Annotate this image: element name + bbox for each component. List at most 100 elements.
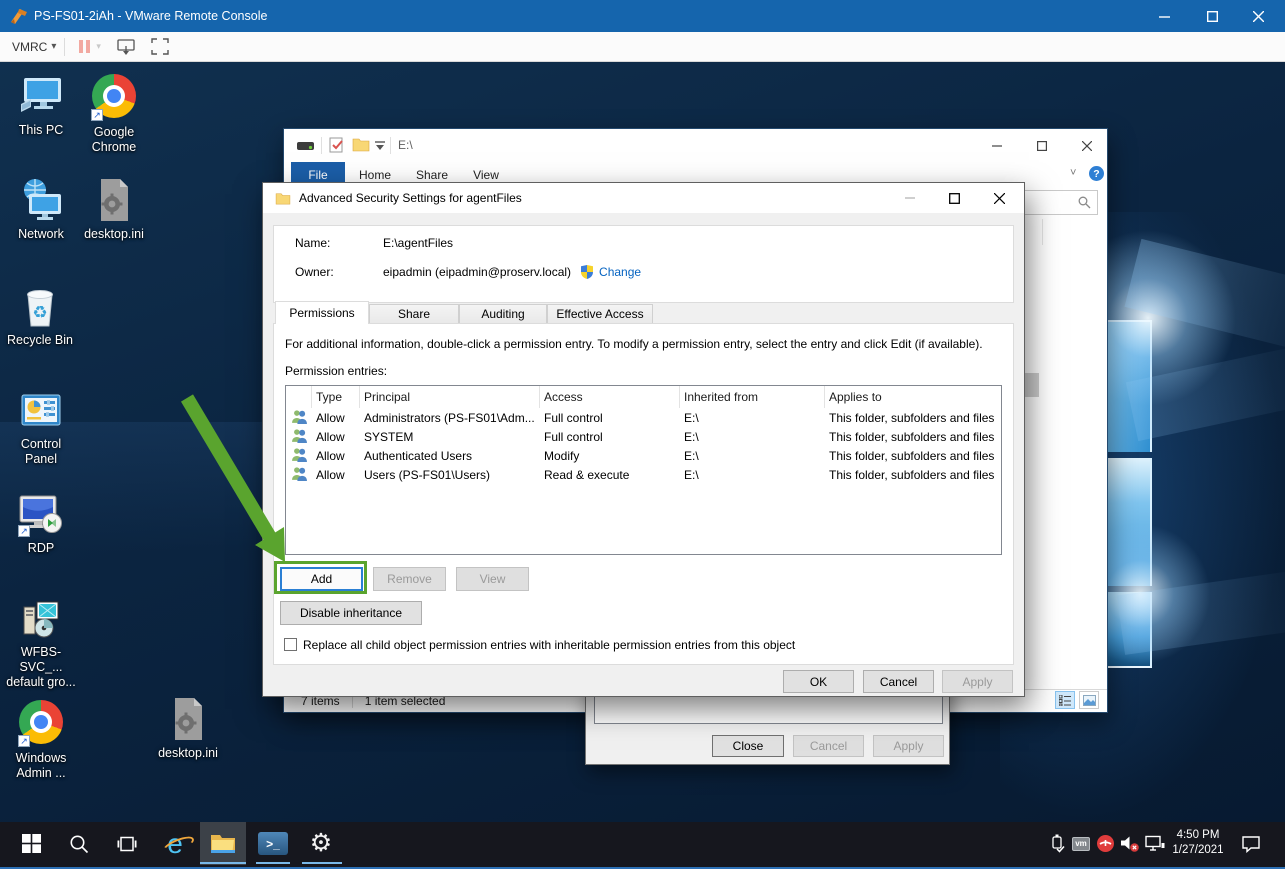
change-owner-link[interactable]: Change (599, 265, 641, 279)
ok-button[interactable]: OK (783, 670, 854, 693)
ini-file-icon (90, 176, 138, 224)
taskbar-explorer-button[interactable] (200, 822, 246, 865)
replace-permissions-label[interactable]: Replace all child object permission entr… (303, 638, 983, 652)
replace-permissions-checkbox[interactable] (284, 638, 297, 651)
taskbar-search-button[interactable] (56, 822, 102, 865)
table-row[interactable]: Allow Authenticated Users Modify E:\ Thi… (286, 446, 1001, 465)
trend-micro-tray-icon[interactable] (1094, 822, 1116, 865)
qat-checkmark-icon[interactable] (329, 136, 345, 154)
taskbar-powershell-button[interactable]: >_ (250, 822, 296, 865)
usb-tray-icon[interactable] (1046, 822, 1068, 865)
action-center-button[interactable] (1238, 822, 1264, 865)
explorer-maximize-button[interactable] (1019, 129, 1064, 162)
tab-permissions[interactable]: Permissions (275, 301, 369, 324)
recycle-bin-icon: ♻ (16, 282, 64, 330)
maximize-button[interactable] (1188, 0, 1236, 32)
network-tray-icon[interactable] (1143, 822, 1167, 865)
cell-inherited-from: E:\ (680, 430, 825, 444)
header-type[interactable]: Type (312, 386, 360, 408)
desktop-icon-rdp[interactable]: ↗ RDP (3, 490, 79, 556)
header-access[interactable]: Access (540, 386, 680, 408)
table-row[interactable]: Allow Users (PS-FS01\Users) Read & execu… (286, 465, 1001, 484)
header-applies-to[interactable]: Applies to (825, 386, 1001, 408)
desktop-icon-wfbs-installer[interactable]: WFBS-SVC_... default gro... (3, 594, 79, 690)
properties-close-button[interactable]: Close (712, 735, 784, 757)
users-icon (291, 447, 308, 462)
qat-folder-icon[interactable] (352, 137, 370, 152)
taskbar-settings-button[interactable]: ⚙ (298, 822, 344, 865)
vmware-tools-tray-icon[interactable]: vm (1070, 822, 1092, 865)
start-button[interactable] (8, 822, 54, 865)
desktop-icon-network[interactable]: Network (3, 176, 79, 242)
cell-type: Allow (312, 449, 360, 463)
desktop-icon-google-chrome[interactable]: ↗ Google Chrome (76, 72, 152, 155)
tab-effective-access[interactable]: Effective Access (547, 304, 653, 323)
fullscreen-icon[interactable] (151, 38, 169, 55)
desktop-icon-this-pc[interactable]: This PC (3, 72, 79, 138)
close-button[interactable] (1234, 0, 1282, 32)
name-row: Name: E:\agentFiles (295, 236, 995, 250)
desktop-icon-control-panel[interactable]: Control Panel (3, 386, 79, 467)
tab-share[interactable]: Share (369, 304, 459, 323)
details-view-toggle[interactable] (1055, 691, 1075, 709)
cell-applies-to: This folder, subfolders and files (825, 449, 1001, 463)
table-row[interactable]: Allow SYSTEM Full control E:\ This folde… (286, 427, 1001, 446)
explorer-close-button[interactable] (1064, 129, 1109, 162)
uac-shield-icon (580, 264, 594, 280)
volume-muted-tray-icon[interactable] (1117, 822, 1141, 865)
help-icon[interactable]: ? (1089, 166, 1104, 181)
users-icon (291, 428, 308, 443)
cell-principal: Administrators (PS-FS01\Adm... (360, 411, 540, 425)
search-icon (1078, 196, 1091, 209)
properties-apply-button: Apply (873, 735, 944, 757)
rdp-icon: ↗ (17, 490, 65, 538)
header-principal[interactable]: Principal (360, 386, 540, 408)
cell-type: Allow (312, 430, 360, 444)
suspend-button[interactable] (79, 40, 90, 53)
properties-cancel-button: Cancel (793, 735, 864, 757)
vmrc-menu-button[interactable]: VMRC ▾ (12, 40, 56, 54)
ribbon-collapse-icon[interactable]: ˅ (1070, 167, 1076, 179)
users-icon (291, 466, 308, 481)
desktop-icon-recycle-bin[interactable]: ♻ Recycle Bin (2, 282, 78, 348)
taskbar-ie-button[interactable]: e (152, 822, 198, 865)
dialog-close-button[interactable] (977, 183, 1022, 213)
qat-divider (390, 137, 391, 154)
qat-drive-icon[interactable] (297, 140, 315, 152)
scrollbar-thumb[interactable] (1023, 373, 1039, 397)
tab-auditing[interactable]: Auditing (459, 304, 547, 323)
suspend-dropdown-icon[interactable]: ▾ (96, 41, 101, 52)
disable-inheritance-button[interactable]: Disable inheritance (280, 601, 422, 625)
explorer-minimize-button[interactable] (974, 129, 1019, 162)
cell-type: Allow (312, 468, 360, 482)
search-input[interactable] (1014, 190, 1098, 215)
chrome-shortcut-icon: ↗ (17, 700, 65, 748)
thumbnail-view-toggle[interactable] (1079, 691, 1099, 709)
dialog-title: Advanced Security Settings for agentFile… (299, 191, 522, 205)
desktop-icon-windows-admin[interactable]: ↗ Windows Admin ... (3, 698, 79, 781)
desktop-icon-desktop-ini-2[interactable]: desktop.ini (150, 695, 226, 761)
cell-access: Modify (540, 449, 680, 463)
cell-applies-to: This folder, subfolders and files (825, 411, 1001, 425)
vmrc-title-bar: PS-FS01-2iAh - VMware Remote Console (0, 0, 1285, 32)
owner-row: Owner: eipadmin (eipadmin@proserv.local)… (295, 264, 995, 280)
shortcut-arrow-icon: ↗ (18, 735, 30, 747)
ini-file-icon (164, 695, 212, 743)
table-row[interactable]: Allow Administrators (PS-FS01\Adm... Ful… (286, 408, 1001, 427)
thumbnail-view-icon (1083, 695, 1096, 706)
header-inherited-from[interactable]: Inherited from (680, 386, 825, 408)
desktop-icon-desktop-ini[interactable]: desktop.ini (76, 176, 152, 242)
taskbar-clock[interactable]: 4:50 PM 1/27/2021 (1166, 828, 1230, 858)
qat-customize-icon[interactable] (375, 141, 385, 150)
cell-access: Full control (540, 430, 680, 444)
send-ctrl-alt-del-icon[interactable] (117, 38, 137, 55)
dialog-maximize-button[interactable] (932, 183, 977, 213)
name-value: E:\agentFiles (383, 236, 453, 250)
control-panel-icon (17, 386, 65, 434)
minimize-button[interactable] (1140, 0, 1188, 32)
task-view-button[interactable] (104, 822, 150, 865)
toolbar-divider (64, 38, 65, 56)
cancel-button[interactable]: Cancel (863, 670, 934, 693)
cell-inherited-from: E:\ (680, 468, 825, 482)
permission-entries-table[interactable]: Type Principal Access Inherited from App… (285, 385, 1002, 555)
